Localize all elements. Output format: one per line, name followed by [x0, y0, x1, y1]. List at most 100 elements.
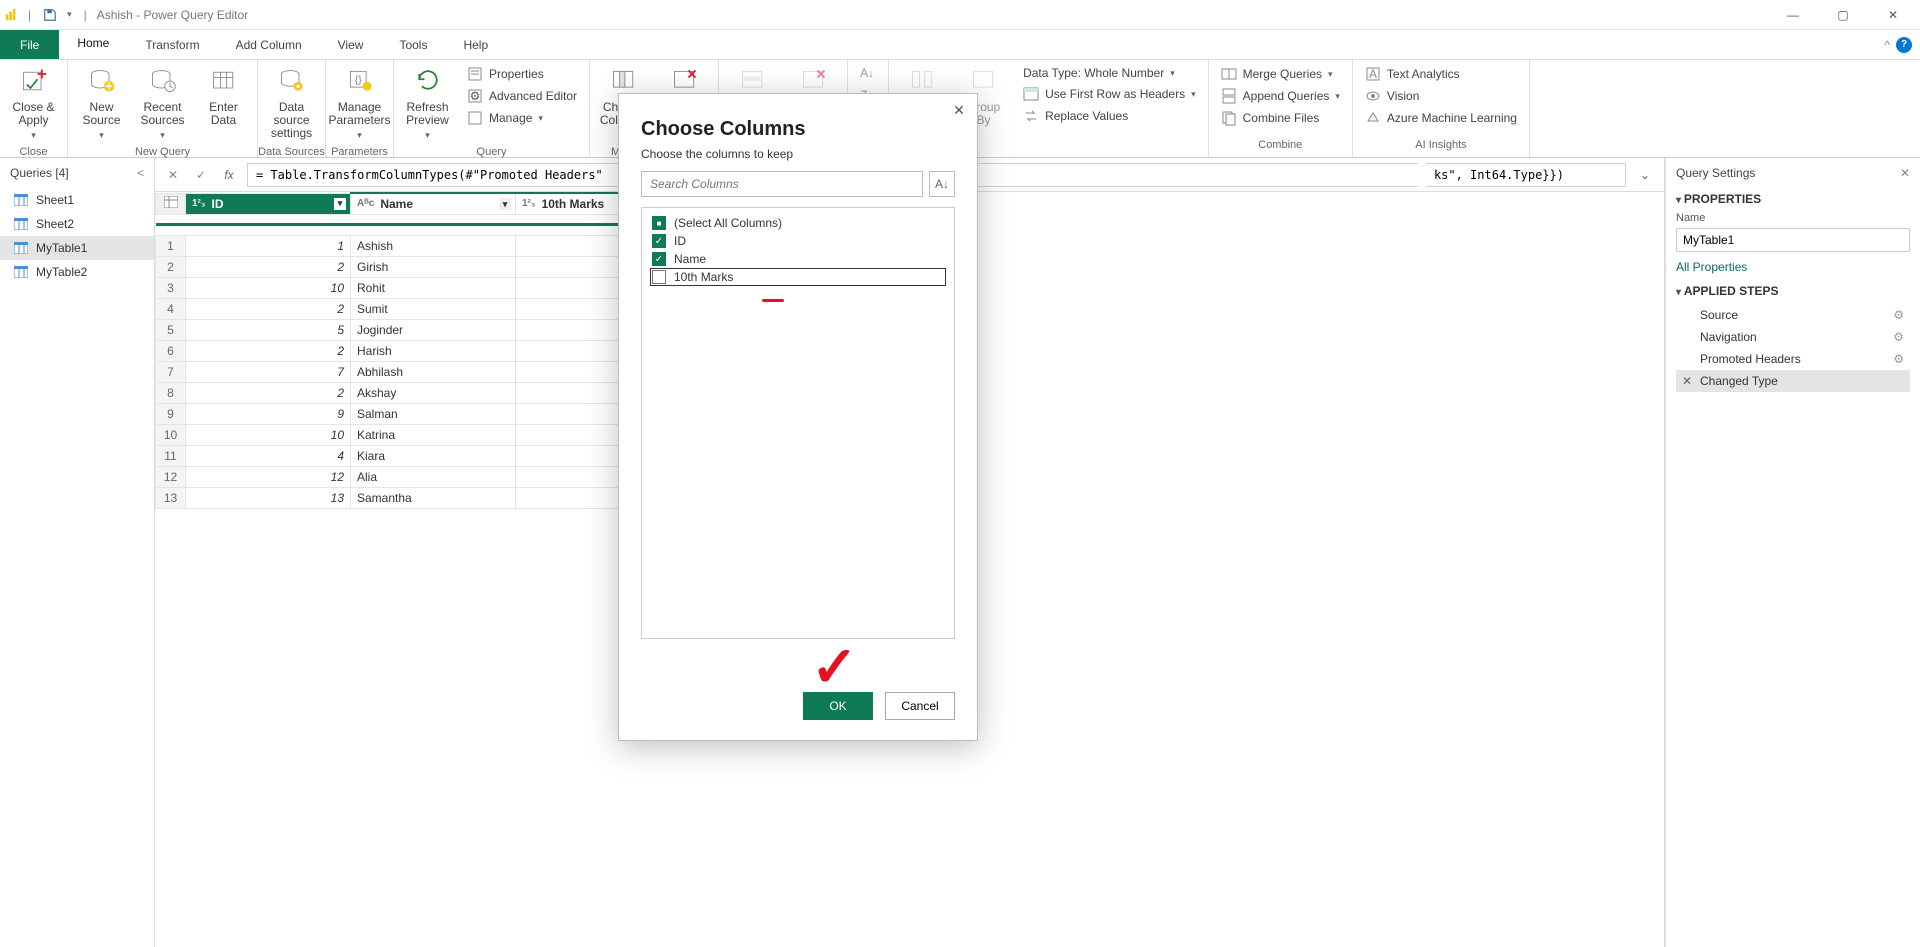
cell-id[interactable]: 2: [186, 382, 351, 403]
cell-id[interactable]: 2: [186, 340, 351, 361]
ribbon-collapse-icon[interactable]: ^: [1884, 38, 1890, 52]
cell-marks[interactable]: [516, 487, 626, 508]
cell-id[interactable]: 12: [186, 466, 351, 487]
tab-transform[interactable]: Transform: [127, 30, 217, 59]
table-row[interactable]: 11Ashish: [156, 235, 626, 256]
query-item[interactable]: Sheet1: [0, 188, 154, 212]
step-gear-icon[interactable]: ⚙: [1893, 352, 1904, 366]
cell-name[interactable]: Kiara: [351, 445, 516, 466]
row-number[interactable]: 7: [156, 361, 186, 382]
cell-name[interactable]: Girish: [351, 256, 516, 277]
properties-section[interactable]: PROPERTIES: [1676, 192, 1910, 206]
select-all-columns[interactable]: (Select All Columns): [650, 214, 946, 232]
settings-close-icon[interactable]: ✕: [1900, 166, 1910, 180]
row-number[interactable]: 6: [156, 340, 186, 361]
close-window-button[interactable]: ✕: [1870, 1, 1916, 29]
tab-file[interactable]: File: [0, 30, 59, 59]
query-item[interactable]: Sheet2: [0, 212, 154, 236]
search-columns-input[interactable]: [641, 171, 923, 197]
table-row[interactable]: 310Rohit: [156, 277, 626, 298]
cell-name[interactable]: Ashish: [351, 235, 516, 256]
cell-id[interactable]: 9: [186, 403, 351, 424]
applied-step[interactable]: Navigation⚙: [1676, 326, 1910, 348]
row-number[interactable]: 1: [156, 235, 186, 256]
cell-marks[interactable]: [516, 235, 626, 256]
cell-name[interactable]: Salman: [351, 403, 516, 424]
append-queries-button[interactable]: Append Queries: [1219, 87, 1342, 105]
cell-id[interactable]: 2: [186, 298, 351, 319]
fx-icon[interactable]: fx: [219, 165, 239, 185]
cell-name[interactable]: Sumit: [351, 298, 516, 319]
sort-asc-button[interactable]: A↓: [858, 65, 878, 83]
formula-cancel-icon[interactable]: ✕: [163, 165, 183, 185]
cell-name[interactable]: Joginder: [351, 319, 516, 340]
column-checkbox-item[interactable]: 10th Marks: [650, 268, 946, 286]
query-item[interactable]: MyTable2: [0, 260, 154, 284]
row-number[interactable]: 8: [156, 382, 186, 403]
applied-step[interactable]: ✕Changed Type: [1676, 370, 1910, 392]
formula-input-tail[interactable]: [1426, 163, 1626, 187]
cell-marks[interactable]: [516, 277, 626, 298]
cell-name[interactable]: Samantha: [351, 487, 516, 508]
cell-marks[interactable]: [516, 319, 626, 340]
row-number[interactable]: 9: [156, 403, 186, 424]
tab-add-column[interactable]: Add Column: [218, 30, 320, 59]
data-type-button[interactable]: Data Type: Whole Number: [1021, 65, 1198, 81]
manage-parameters-button[interactable]: {} Manage Parameters: [332, 63, 387, 143]
table-row[interactable]: 22Girish: [156, 256, 626, 277]
cell-marks[interactable]: [516, 403, 626, 424]
checkbox-mixed-icon[interactable]: [652, 216, 666, 230]
column-checkbox-item[interactable]: ID: [650, 232, 946, 250]
cell-name[interactable]: Alia: [351, 466, 516, 487]
maximize-button[interactable]: ▢: [1820, 1, 1866, 29]
cell-name[interactable]: Katrina: [351, 424, 516, 445]
table-row[interactable]: 114Kiara: [156, 445, 626, 466]
applied-step[interactable]: Promoted Headers⚙: [1676, 348, 1910, 370]
cell-marks[interactable]: [516, 340, 626, 361]
cell-id[interactable]: 10: [186, 277, 351, 298]
delete-step-icon[interactable]: ✕: [1682, 374, 1692, 388]
query-item[interactable]: MyTable1: [0, 236, 154, 260]
minimize-button[interactable]: —: [1770, 1, 1816, 29]
table-row[interactable]: 62Harish: [156, 340, 626, 361]
first-row-headers-button[interactable]: Use First Row as Headers: [1021, 85, 1198, 103]
close-apply-button[interactable]: Close & Apply: [6, 63, 61, 143]
column-dropdown-icon[interactable]: ▾: [334, 198, 346, 210]
column-header-name[interactable]: AᴮcName▾: [351, 193, 516, 214]
table-row[interactable]: 55Joginder: [156, 319, 626, 340]
cell-id[interactable]: 4: [186, 445, 351, 466]
row-number[interactable]: 4: [156, 298, 186, 319]
cell-marks[interactable]: [516, 256, 626, 277]
cell-id[interactable]: 5: [186, 319, 351, 340]
cell-marks[interactable]: [516, 382, 626, 403]
tab-view[interactable]: View: [320, 30, 382, 59]
column-header-marks[interactable]: 1²₃10th Marks: [516, 193, 626, 214]
all-properties-link[interactable]: All Properties: [1676, 260, 1910, 274]
cell-name[interactable]: Abhilash: [351, 361, 516, 382]
cell-id[interactable]: 2: [186, 256, 351, 277]
applied-steps-section[interactable]: APPLIED STEPS: [1676, 284, 1910, 298]
table-row[interactable]: 82Akshay: [156, 382, 626, 403]
query-name-input[interactable]: [1676, 228, 1910, 252]
checkbox-icon[interactable]: [652, 270, 666, 284]
cell-marks[interactable]: [516, 361, 626, 382]
column-dropdown-icon[interactable]: ▾: [499, 198, 511, 210]
dialog-close-icon[interactable]: ✕: [949, 100, 969, 120]
cancel-button[interactable]: Cancel: [885, 692, 955, 720]
manage-query-button[interactable]: Manage: [465, 109, 579, 127]
formula-expand-icon[interactable]: ⌄: [1634, 168, 1656, 182]
table-row[interactable]: 77Abhilash: [156, 361, 626, 382]
row-number[interactable]: 12: [156, 466, 186, 487]
advanced-editor-button[interactable]: ⚙Advanced Editor: [465, 87, 579, 105]
tab-tools[interactable]: Tools: [381, 30, 445, 59]
recent-sources-button[interactable]: Recent Sources: [135, 63, 190, 143]
replace-values-button[interactable]: Replace Values: [1021, 107, 1198, 125]
row-header-corner[interactable]: [156, 193, 186, 214]
table-row[interactable]: 1010Katrina: [156, 424, 626, 445]
combine-files-button[interactable]: Combine Files: [1219, 109, 1342, 127]
row-number[interactable]: 11: [156, 445, 186, 466]
cell-marks[interactable]: [516, 298, 626, 319]
cell-id[interactable]: 7: [186, 361, 351, 382]
enter-data-button[interactable]: Enter Data: [196, 63, 251, 129]
step-gear-icon[interactable]: ⚙: [1893, 330, 1904, 344]
